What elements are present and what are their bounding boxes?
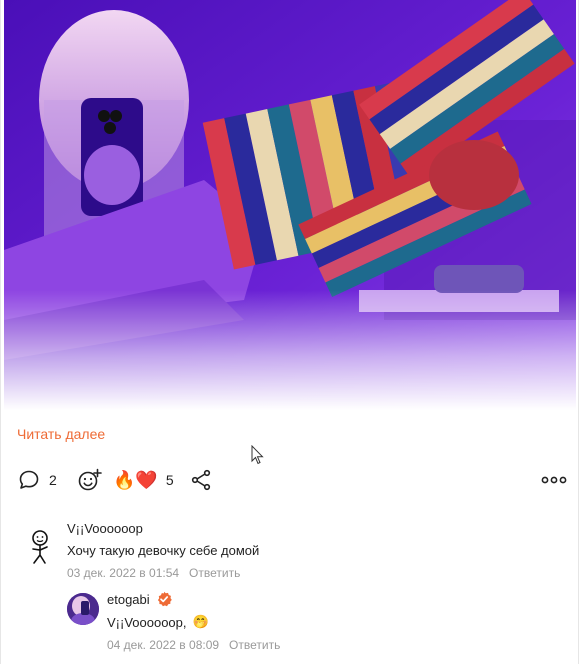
comment-meta: 04 дек. 2022 в 08:09 Ответить [107, 638, 280, 652]
reactions-count: 5 [165, 472, 174, 488]
comment-emoji: 🤭 [192, 614, 209, 629]
comment-date: 04 дек. 2022 в 08:09 [107, 638, 220, 652]
reaction-emojis: 🔥❤️ [113, 470, 158, 490]
add-reaction-button[interactable] [77, 466, 103, 494]
comment-text: Хочу такую девочку себе домой [67, 543, 260, 558]
verified-badge-icon [157, 591, 172, 607]
comment-text: V¡¡Voooooop, [107, 614, 187, 630]
comment-item: V¡¡Voooooop Хочу такую девочку себе домо… [25, 519, 565, 583]
avatar[interactable] [25, 529, 55, 565]
photo-illustration [4, 0, 576, 410]
comment-meta: 03 дек. 2022 в 01:54 Ответить [67, 566, 259, 580]
reactions-summary[interactable]: 🔥❤️ 5 [113, 466, 174, 494]
add-reaction-smile-icon [78, 468, 102, 491]
reply-button[interactable]: Ответить [229, 638, 280, 652]
comments-button[interactable]: 2 [17, 466, 57, 494]
avatar[interactable] [67, 593, 99, 625]
avatar-image [67, 593, 99, 625]
share-button[interactable] [189, 466, 213, 494]
post-card: Читать далее 2 🔥❤️ 5 V¡¡Voooooop Хочу та… [0, 0, 579, 664]
comment-author-line: etogabi [107, 590, 280, 608]
comments-count: 2 [49, 472, 57, 488]
comment-body: etogabi V¡¡Voooooop, 🤭 04 дек. 2022 в 08… [107, 590, 280, 653]
comment-author[interactable]: etogabi [107, 592, 150, 607]
comment-date: 03 дек. 2022 в 01:54 [67, 566, 180, 580]
more-dots-icon [541, 476, 567, 484]
post-photo[interactable] [4, 0, 576, 410]
more-options-button[interactable] [541, 466, 567, 494]
mouse-pointer-icon [251, 445, 264, 465]
comment-text-line: V¡¡Voooooop, 🤭 [107, 614, 280, 630]
read-more-link[interactable]: Читать далее [17, 426, 105, 442]
reply-button[interactable]: Ответить [189, 566, 240, 580]
share-icon [191, 469, 211, 491]
reply-comment-item: etogabi V¡¡Voooooop, 🤭 04 дек. 2022 в 08… [67, 590, 567, 654]
post-action-bar: 2 🔥❤️ 5 [17, 466, 567, 494]
comment-bubble-icon [19, 470, 39, 489]
comment-body: V¡¡Voooooop Хочу такую девочку себе домо… [67, 519, 260, 581]
comment-author[interactable]: V¡¡Voooooop [67, 519, 259, 537]
